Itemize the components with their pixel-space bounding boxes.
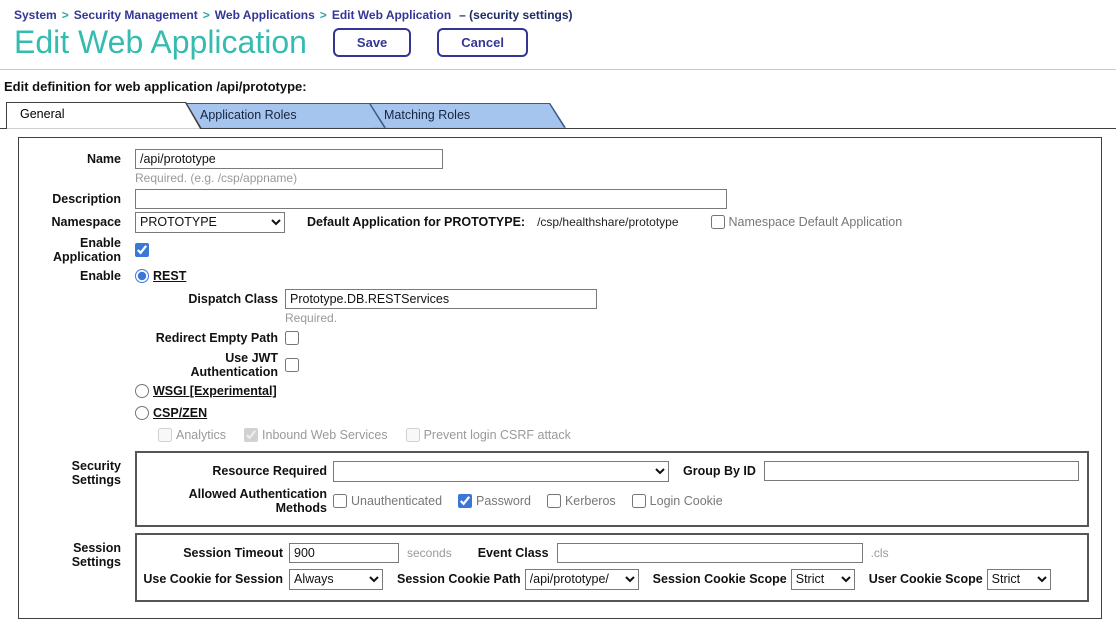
breadcrumb: System > Security Management > Web Applicati… (0, 0, 1116, 22)
enable-cspzen-radio[interactable] (135, 406, 149, 420)
use-jwt-checkbox[interactable] (285, 358, 299, 372)
dispatch-class-hint: Required. (285, 311, 337, 325)
auth-password-label: Password (476, 494, 531, 508)
name-input[interactable] (135, 149, 443, 169)
event-class-input[interactable] (557, 543, 863, 563)
breadcrumb-security-management[interactable]: Security Management (74, 8, 198, 22)
user-cookie-scope-label: User Cookie Scope (869, 572, 983, 586)
session-cookie-scope-label: Session Cookie Scope (653, 572, 787, 586)
enable-label: Enable (23, 269, 135, 283)
resource-required-label: Resource Required (137, 464, 333, 478)
name-hint: Required. (e.g. /csp/appname) (135, 171, 297, 185)
session-cookie-scope-select[interactable]: Strict (791, 569, 855, 590)
edit-web-application-page: System > Security Management > Web Applicati… (0, 0, 1116, 619)
namespace-select[interactable]: PROTOTYPE (135, 212, 285, 233)
breadcrumb-edit-web-application[interactable]: Edit Web Application (332, 8, 451, 22)
tab-matching-roles[interactable]: Matching Roles (370, 103, 566, 128)
session-timeout-input[interactable] (289, 543, 399, 563)
tab-label: General (6, 102, 202, 127)
dispatch-class-label: Dispatch Class (135, 292, 285, 306)
auth-unauthenticated-checkbox[interactable] (333, 494, 347, 508)
auth-kerberos-label: Kerberos (565, 494, 616, 508)
dispatch-class-input[interactable] (285, 289, 597, 309)
auth-password-checkbox[interactable] (458, 494, 472, 508)
prevent-csrf-checkbox (406, 428, 420, 442)
description-input[interactable] (135, 189, 727, 209)
description-label: Description (23, 192, 135, 206)
redirect-empty-path-checkbox[interactable] (285, 331, 299, 345)
breadcrumb-web-applications[interactable]: Web Applications (215, 8, 315, 22)
enable-application-label: Enable Application (23, 236, 135, 264)
namespace-default-label: Namespace Default Application (729, 215, 903, 229)
page-title: Edit Web Application (14, 24, 307, 61)
title-row: Edit Web Application Save Cancel (0, 22, 1116, 69)
session-settings-label: Session Settings (23, 533, 135, 569)
allowed-auth-methods-label: Allowed Authentication Methods (137, 487, 333, 515)
save-button[interactable]: Save (333, 28, 411, 57)
default-application-label: Default Application for PROTOTYPE: (307, 215, 525, 229)
namespace-default-checkbox[interactable] (711, 215, 725, 229)
auth-unauthenticated-label: Unauthenticated (351, 494, 442, 508)
session-timeout-label: Session Timeout (137, 546, 289, 560)
group-by-id-label: Group By ID (683, 464, 756, 478)
analytics-checkbox (158, 428, 172, 442)
security-settings-box: Resource Required Group By ID Allowed Au… (135, 451, 1089, 527)
redirect-empty-path-label: Redirect Empty Path (135, 331, 285, 345)
session-timeout-suffix: seconds (407, 546, 452, 560)
prevent-csrf-label: Prevent login CSRF attack (424, 428, 571, 442)
session-settings-box: Session Timeout seconds Event Class .cls… (135, 533, 1089, 602)
breadcrumb-separator: > (203, 8, 210, 22)
tab-application-roles[interactable]: Application Roles (186, 103, 386, 128)
breadcrumb-separator: > (62, 8, 69, 22)
breadcrumb-suffix: – (security settings) (459, 8, 572, 22)
tab-label: Matching Roles (370, 103, 566, 128)
event-class-suffix: .cls (871, 546, 889, 560)
event-class-label: Event Class (478, 546, 549, 560)
inbound-web-services-label: Inbound Web Services (262, 428, 388, 442)
cspzen-link[interactable]: CSP/ZEN (153, 406, 207, 420)
use-cookie-for-session-select[interactable]: Always (289, 569, 383, 590)
edit-definition-subtitle: Edit definition for web application /api… (0, 70, 1116, 101)
name-label: Name (23, 152, 135, 166)
auth-kerberos-checkbox[interactable] (547, 494, 561, 508)
cancel-button[interactable]: Cancel (437, 28, 528, 57)
inbound-web-services-checkbox (244, 428, 258, 442)
auth-login-cookie-checkbox[interactable] (632, 494, 646, 508)
enable-wsgi-radio[interactable] (135, 384, 149, 398)
group-by-id-input[interactable] (764, 461, 1079, 481)
breadcrumb-separator: > (320, 8, 327, 22)
analytics-label: Analytics (176, 428, 226, 442)
auth-login-cookie-label: Login Cookie (650, 494, 723, 508)
enable-rest-radio[interactable] (135, 269, 149, 283)
enable-application-checkbox[interactable] (135, 243, 149, 257)
tab-general[interactable]: General (6, 102, 202, 129)
general-tab-panel: Name Required. (e.g. /csp/appname) Descr… (18, 137, 1102, 619)
use-cookie-for-session-label: Use Cookie for Session (137, 572, 289, 586)
security-settings-label: Security Settings (23, 451, 135, 487)
session-cookie-path-select[interactable]: /api/prototype/ (525, 569, 639, 590)
namespace-label: Namespace (23, 215, 135, 229)
resource-required-select[interactable] (333, 461, 669, 482)
use-jwt-label: Use JWT Authentication (135, 351, 285, 379)
user-cookie-scope-select[interactable]: Strict (987, 569, 1051, 590)
default-application-value: /csp/healthshare/prototype (537, 215, 678, 229)
wsgi-link[interactable]: WSGI [Experimental] (153, 384, 277, 398)
session-cookie-path-label: Session Cookie Path (397, 572, 521, 586)
tab-label: Application Roles (186, 103, 386, 128)
rest-link[interactable]: REST (153, 269, 186, 283)
breadcrumb-system[interactable]: System (14, 8, 57, 22)
tab-bar: General Application Roles Matching Roles (0, 101, 1116, 129)
